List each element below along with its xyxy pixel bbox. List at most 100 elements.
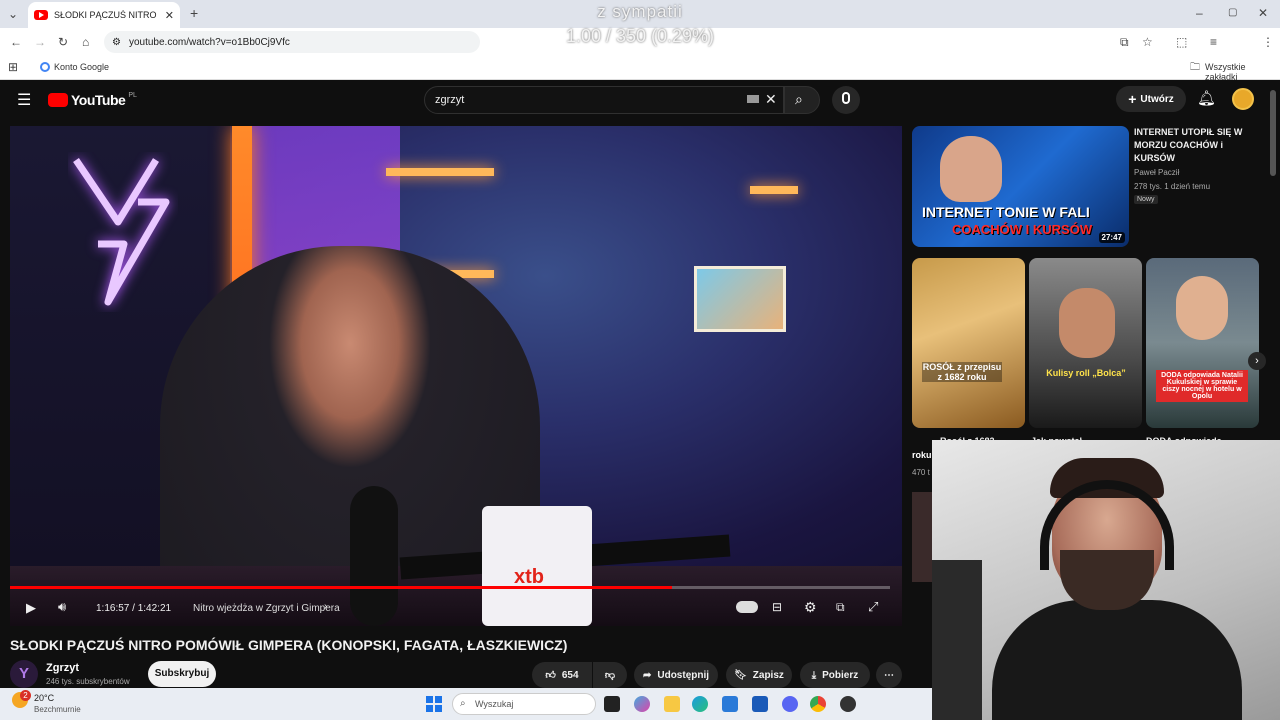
short-card[interactable]: DODA odpowiada Natalii Kukulskiej w spra… — [1146, 258, 1259, 428]
like-count: 654 — [561, 669, 579, 681]
channel-name[interactable]: Zgrzyt — [46, 662, 79, 674]
fullscreen-icon[interactable]: ⤢ — [868, 599, 878, 615]
create-button[interactable]: + Utwórz — [1116, 86, 1186, 112]
outlook-icon[interactable] — [722, 696, 738, 712]
temperature: 20°C — [34, 693, 55, 703]
apps-grid-icon[interactable]: ⊞ — [8, 61, 18, 73]
short-face — [1059, 288, 1115, 358]
extensions-icon[interactable]: ⬚ — [1176, 36, 1187, 48]
subscribe-button[interactable]: Subskrybuj — [148, 661, 216, 687]
short-caption: ROSÓŁ z przepisu z 1682 roku — [922, 362, 1002, 382]
new-tab-icon[interactable]: + — [190, 6, 198, 20]
taskbar-search-input[interactable]: ⌕ Wyszukaj — [452, 693, 596, 715]
region-code: PL — [128, 91, 137, 99]
chrome-icon[interactable] — [810, 696, 826, 712]
video-framed-photo — [694, 266, 786, 332]
tab-title: SŁODKI PĄCZUŚ NITRO POMÓWIŁ — [54, 10, 159, 20]
download-label: Pobierz — [822, 669, 859, 681]
miniplayer-icon[interactable]: ⧉ — [836, 600, 845, 615]
store-icon[interactable] — [752, 696, 768, 712]
minimize-icon[interactable]: – — [1196, 7, 1203, 19]
settings-gear-icon[interactable]: ⚙ — [804, 599, 817, 616]
more-actions-button[interactable]: ⋯ — [876, 662, 902, 688]
browser-tab[interactable]: SŁODKI PĄCZUŚ NITRO POMÓWIŁ ✕ — [28, 2, 180, 28]
short-card[interactable]: ROSÓŁ z przepisu z 1682 roku — [912, 258, 1025, 428]
subtitles-icon[interactable]: ⊟ — [772, 600, 782, 614]
obs-icon[interactable] — [840, 696, 856, 712]
youtube-header: ☰ YouTube PL zgrzyt ✕ ⌕ + Utwórz 🔔︎ — [0, 80, 1270, 120]
weather-condition: Bezchmurnie — [34, 705, 81, 714]
site-info-icon[interactable]: ⚙ — [112, 37, 121, 48]
cast-icon[interactable]: ⧉ — [1120, 36, 1129, 48]
webcam-background — [932, 560, 982, 720]
neon-logo-icon — [73, 158, 170, 306]
search-input[interactable]: zgrzyt ✕ — [424, 86, 784, 114]
search-icon: ⌕ — [795, 91, 803, 107]
close-tab-icon[interactable]: ✕ — [165, 9, 174, 22]
account-avatar[interactable] — [1232, 88, 1254, 110]
windows-start-icon[interactable] — [426, 696, 442, 712]
clear-search-icon[interactable]: ✕ — [765, 91, 777, 108]
maximize-icon[interactable]: ▢ — [1228, 7, 1237, 19]
save-button[interactable]: 🔖︎ Zapisz — [726, 662, 792, 688]
dislike-button[interactable]: 👎︎ — [593, 662, 627, 688]
youtube-logo[interactable]: YouTube PL — [48, 92, 137, 108]
thumbs-up-icon: 👍︎ — [545, 670, 556, 681]
autoplay-toggle[interactable] — [736, 601, 758, 613]
forward-icon[interactable]: → — [34, 36, 46, 48]
overlay-goal-progress: 1.00 / 350 (0.29%) — [565, 26, 715, 46]
voice-search-button[interactable] — [832, 86, 860, 114]
thumbnail-text-2: COACHÓW I KURSÓW — [952, 222, 1093, 237]
menu-kebab-icon[interactable]: ⋮ — [1262, 36, 1274, 48]
shorts-next-chevron-icon[interactable]: › — [1248, 352, 1266, 370]
notifications-bell-icon[interactable]: 🔔︎ — [1197, 89, 1216, 107]
play-icon[interactable]: ▶ — [26, 600, 36, 616]
recommended-thumbnail[interactable]: INTERNET TONIE W FALI COACHÓW I KURSÓW 2… — [912, 126, 1129, 247]
thumbnail-face — [940, 136, 1002, 202]
recommended-title[interactable]: INTERNET UTOPIŁ SIĘ W MORZU COACHÓW i KU… — [1134, 126, 1264, 165]
reading-list-icon[interactable]: ≡ — [1210, 36, 1217, 48]
overlay-label: z sympatii — [597, 2, 683, 21]
download-icon: ⤓ — [811, 669, 817, 681]
video-player[interactable]: xtb — [10, 126, 902, 626]
plus-icon: + — [1128, 91, 1137, 107]
short-title-continued: roku — [912, 450, 932, 460]
video-shelf-light — [386, 168, 494, 176]
short-card[interactable]: Kulisy roll „Bolca” — [1029, 258, 1142, 428]
hamburger-menu-icon[interactable]: ☰ — [17, 90, 31, 110]
reload-icon[interactable]: ↻ — [58, 36, 68, 48]
copilot-icon[interactable] — [634, 696, 650, 712]
tab-list-icon[interactable]: ⌄ — [8, 8, 18, 20]
chapter-chevron-icon[interactable]: › — [324, 601, 327, 612]
short-caption: Kulisy roll „Bolca” — [1046, 368, 1126, 378]
url-field[interactable]: ⚙ youtube.com/watch?v=o1Bb0Cj9Vfc — [104, 31, 480, 53]
download-button[interactable]: ⤓ Pobierz — [800, 662, 870, 688]
edge-icon[interactable] — [692, 696, 708, 712]
channel-avatar[interactable]: Y — [10, 660, 38, 688]
weather-alert-badge: 2 — [20, 690, 31, 701]
search-button[interactable]: ⌕ — [784, 86, 820, 114]
discord-icon[interactable] — [782, 696, 798, 712]
page-scrollbar[interactable] — [1270, 90, 1276, 176]
like-button[interactable]: 👍︎ 654 — [532, 662, 592, 688]
short-face — [1176, 276, 1228, 340]
file-explorer-icon[interactable] — [664, 696, 680, 712]
back-icon[interactable]: ← — [10, 36, 22, 48]
recommended-channel[interactable]: Paweł Pacził — [1134, 168, 1179, 177]
share-button[interactable]: ➦ Udostępnij — [634, 662, 718, 688]
home-icon[interactable]: ⌂ — [82, 36, 89, 48]
task-view-icon[interactable] — [604, 696, 620, 712]
save-label: Zapisz — [752, 669, 784, 681]
bookmark-konto-google[interactable]: Konto Google — [54, 62, 109, 72]
related-thumbnail-partial[interactable] — [912, 492, 932, 582]
folder-icon: 🗀 — [1190, 62, 1200, 73]
chapter-title[interactable]: Nitro wjeżdża w Zgrzyt i Gimpera — [193, 603, 340, 614]
video-progress-bar[interactable] — [10, 586, 890, 589]
close-window-icon[interactable]: ✕ — [1258, 7, 1268, 19]
all-bookmarks-link[interactable]: Wszystkie zakładki — [1205, 62, 1280, 82]
share-label: Udostępnij — [657, 669, 710, 681]
keyboard-icon[interactable] — [747, 95, 759, 103]
thumbs-down-icon: 👎︎ — [604, 670, 616, 681]
volume-icon[interactable]: 🔊︎ — [58, 599, 66, 615]
bookmark-star-icon[interactable]: ☆ — [1142, 36, 1153, 48]
